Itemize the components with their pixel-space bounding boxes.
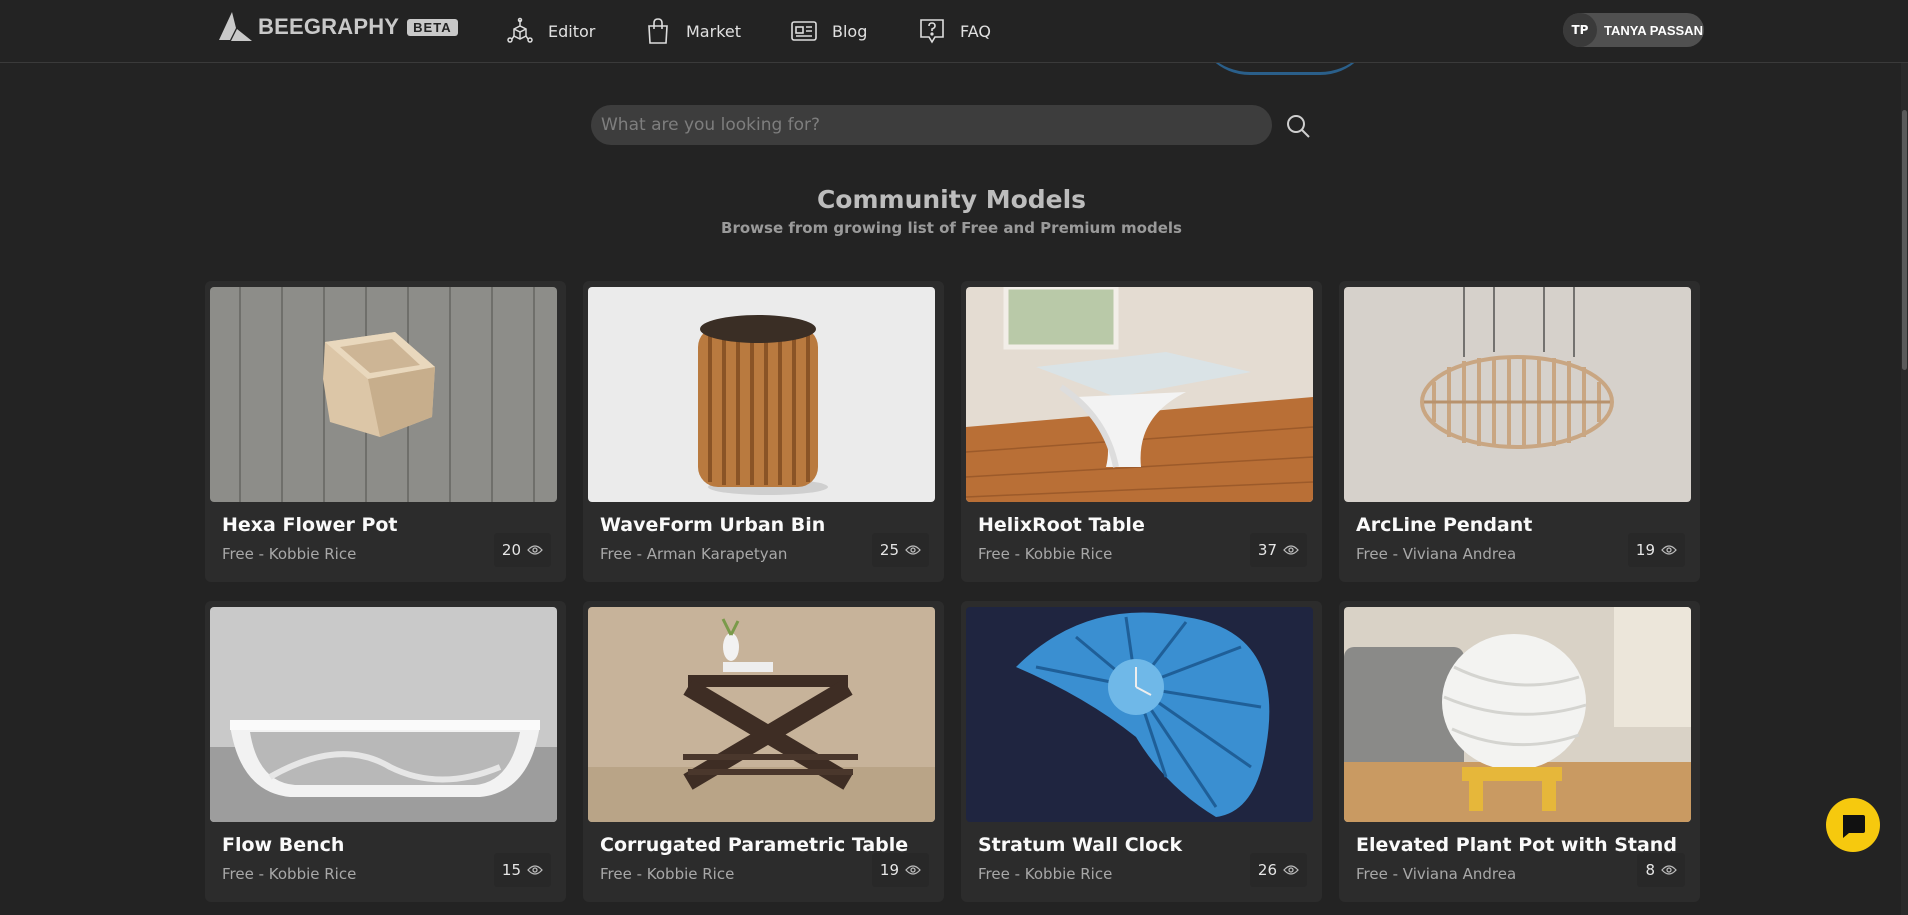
model-card[interactable]: 37 HelixRoot Table Free - Kobbie Rice bbox=[961, 281, 1322, 582]
nav-faq[interactable]: FAQ bbox=[918, 15, 991, 47]
model-meta: Free - Kobbie Rice bbox=[600, 865, 735, 883]
nav-market[interactable]: Market bbox=[644, 15, 741, 47]
nav-faq-label: FAQ bbox=[960, 21, 991, 41]
model-name: WaveForm Urban Bin bbox=[600, 514, 826, 536]
model-thumbnail bbox=[966, 607, 1313, 822]
scrollbar[interactable] bbox=[1901, 0, 1908, 915]
view-count-badge: 8 bbox=[1637, 853, 1685, 887]
nav-editor[interactable]: Editor bbox=[506, 15, 595, 47]
chat-button[interactable] bbox=[1826, 798, 1880, 852]
model-meta: Free - Kobbie Rice bbox=[222, 545, 357, 563]
view-count: 15 bbox=[501, 861, 521, 879]
editor-icon bbox=[507, 17, 533, 43]
model-meta: Free - Viviana Andrea bbox=[1356, 865, 1517, 883]
model-name: ArcLine Pendant bbox=[1356, 514, 1533, 536]
model-name: Stratum Wall Clock bbox=[978, 834, 1183, 856]
view-count-badge: 25 bbox=[871, 533, 929, 567]
search-icon[interactable] bbox=[1284, 112, 1312, 140]
model-card[interactable]: 26 Stratum Wall Clock Free - Kobbie Rice bbox=[961, 601, 1322, 902]
user-name: TANYA PASSAN bbox=[1604, 22, 1703, 38]
model-thumbnail bbox=[966, 287, 1313, 502]
view-count-badge: 20 bbox=[493, 533, 551, 567]
eye-icon bbox=[1283, 545, 1299, 555]
model-card[interactable]: 25 WaveForm Urban Bin Free - Arman Karap… bbox=[583, 281, 944, 582]
section-subtitle: Browse from growing list of Free and Pre… bbox=[721, 219, 1182, 237]
nav-blog[interactable]: Blog bbox=[790, 15, 867, 47]
model-meta: Free - Viviana Andrea bbox=[1356, 545, 1517, 563]
model-name: Corrugated Parametric Table bbox=[600, 834, 909, 856]
user-menu-button[interactable]: TP TANYA PASSAN bbox=[1563, 13, 1704, 47]
model-card[interactable]: 15 Flow Bench Free - Kobbie Rice bbox=[205, 601, 566, 902]
top-navigation-bar: BEEGRAPHY BETA Editor Market Blog FAQ TP… bbox=[0, 0, 1908, 63]
view-count-badge: 19 bbox=[1627, 533, 1685, 567]
model-name: Hexa Flower Pot bbox=[222, 514, 398, 536]
view-count: 20 bbox=[501, 541, 521, 559]
section-title: Community Models bbox=[816, 185, 1087, 214]
model-card[interactable]: 19 Corrugated Parametric Table Free - Ko… bbox=[583, 601, 944, 902]
eye-icon bbox=[1283, 865, 1299, 875]
nav-editor-label: Editor bbox=[548, 21, 596, 41]
view-count: 25 bbox=[879, 541, 899, 559]
logo-text: BEEGRAPHY bbox=[258, 14, 400, 39]
view-count: 8 bbox=[1645, 861, 1655, 879]
nav-blog-label: Blog bbox=[832, 21, 868, 41]
eye-icon bbox=[1661, 865, 1677, 875]
view-count: 26 bbox=[1257, 861, 1277, 879]
view-count: 37 bbox=[1257, 541, 1277, 559]
search-input[interactable] bbox=[591, 105, 1272, 145]
faq-icon bbox=[920, 19, 944, 44]
model-card[interactable]: 8 Elevated Plant Pot with Stand Free - V… bbox=[1339, 601, 1700, 902]
beta-badge: BETA bbox=[407, 18, 458, 36]
model-thumbnail bbox=[1344, 607, 1691, 822]
view-count-badge: 37 bbox=[1249, 533, 1307, 567]
model-meta: Free - Kobbie Rice bbox=[222, 865, 357, 883]
model-thumbnail bbox=[210, 287, 557, 502]
beegraphy-logo-icon bbox=[219, 12, 252, 41]
model-thumbnail bbox=[1344, 287, 1691, 502]
model-meta: Free - Kobbie Rice bbox=[978, 545, 1113, 563]
scrollbar-thumb[interactable] bbox=[1902, 110, 1907, 370]
shopping-bag-icon bbox=[648, 18, 668, 44]
model-thumbnail bbox=[588, 287, 935, 502]
view-count-badge: 26 bbox=[1249, 853, 1307, 887]
logo[interactable]: BEEGRAPHY BETA bbox=[216, 10, 458, 44]
model-name: Flow Bench bbox=[222, 834, 345, 856]
model-thumbnail bbox=[588, 607, 935, 822]
blog-icon bbox=[791, 21, 817, 41]
chat-bubble-icon bbox=[1843, 815, 1865, 838]
eye-icon bbox=[527, 545, 543, 555]
model-meta: Free - Arman Karapetyan bbox=[600, 545, 788, 563]
eye-icon bbox=[1661, 545, 1677, 555]
view-count-badge: 19 bbox=[871, 853, 929, 887]
model-name: Elevated Plant Pot with Stand bbox=[1356, 834, 1677, 856]
eye-icon bbox=[905, 545, 921, 555]
model-meta: Free - Kobbie Rice bbox=[978, 865, 1113, 883]
nav-market-label: Market bbox=[686, 21, 741, 41]
view-count: 19 bbox=[879, 861, 899, 879]
view-count: 19 bbox=[1635, 541, 1655, 559]
model-name: HelixRoot Table bbox=[978, 514, 1145, 536]
model-thumbnail bbox=[210, 607, 557, 822]
model-card[interactable]: 20 Hexa Flower Pot Free - Kobbie Rice bbox=[205, 281, 566, 582]
view-count-badge: 15 bbox=[493, 853, 551, 887]
eye-icon bbox=[905, 865, 921, 875]
model-card[interactable]: 19 ArcLine Pendant Free - Viviana Andrea bbox=[1339, 281, 1700, 582]
eye-icon bbox=[527, 865, 543, 875]
avatar: TP bbox=[1563, 13, 1597, 47]
